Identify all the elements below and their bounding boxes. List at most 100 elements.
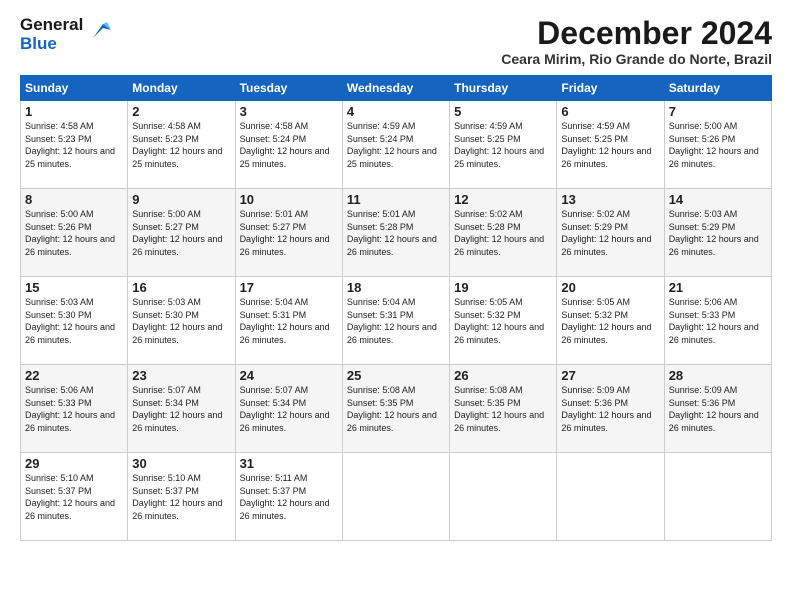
month-title: December 2024 xyxy=(501,16,772,51)
day-cell-11: 11 Sunrise: 5:01 AMSunset: 5:28 PMDaylig… xyxy=(342,189,449,277)
day-number: 20 xyxy=(561,280,659,295)
day-number: 4 xyxy=(347,104,445,119)
day-cell-22: 22 Sunrise: 5:06 AMSunset: 5:33 PMDaylig… xyxy=(21,365,128,453)
day-info: Sunrise: 5:05 AMSunset: 5:32 PMDaylight:… xyxy=(561,297,651,345)
day-number: 25 xyxy=(347,368,445,383)
day-cell-25: 25 Sunrise: 5:08 AMSunset: 5:35 PMDaylig… xyxy=(342,365,449,453)
day-cell-10: 10 Sunrise: 5:01 AMSunset: 5:27 PMDaylig… xyxy=(235,189,342,277)
day-number: 27 xyxy=(561,368,659,383)
day-info: Sunrise: 4:58 AMSunset: 5:23 PMDaylight:… xyxy=(25,121,115,169)
weekday-friday: Friday xyxy=(557,76,664,101)
calendar: SundayMondayTuesdayWednesdayThursdayFrid… xyxy=(20,75,772,541)
day-number: 30 xyxy=(132,456,230,471)
day-number: 10 xyxy=(240,192,338,207)
day-info: Sunrise: 5:02 AMSunset: 5:28 PMDaylight:… xyxy=(454,209,544,257)
day-cell-6: 6 Sunrise: 4:59 AMSunset: 5:25 PMDayligh… xyxy=(557,101,664,189)
day-cell-31: 31 Sunrise: 5:11 AMSunset: 5:37 PMDaylig… xyxy=(235,453,342,541)
day-cell-23: 23 Sunrise: 5:07 AMSunset: 5:34 PMDaylig… xyxy=(128,365,235,453)
day-cell-26: 26 Sunrise: 5:08 AMSunset: 5:35 PMDaylig… xyxy=(450,365,557,453)
day-cell-27: 27 Sunrise: 5:09 AMSunset: 5:36 PMDaylig… xyxy=(557,365,664,453)
day-number: 7 xyxy=(669,104,767,119)
day-number: 26 xyxy=(454,368,552,383)
day-cell-18: 18 Sunrise: 5:04 AMSunset: 5:31 PMDaylig… xyxy=(342,277,449,365)
day-info: Sunrise: 5:01 AMSunset: 5:28 PMDaylight:… xyxy=(347,209,437,257)
day-cell-5: 5 Sunrise: 4:59 AMSunset: 5:25 PMDayligh… xyxy=(450,101,557,189)
day-info: Sunrise: 5:04 AMSunset: 5:31 PMDaylight:… xyxy=(240,297,330,345)
day-number: 31 xyxy=(240,456,338,471)
day-cell-28: 28 Sunrise: 5:09 AMSunset: 5:36 PMDaylig… xyxy=(664,365,771,453)
title-block: December 2024 Ceara Mirim, Rio Grande do… xyxy=(501,16,772,67)
day-cell-19: 19 Sunrise: 5:05 AMSunset: 5:32 PMDaylig… xyxy=(450,277,557,365)
day-cell-30: 30 Sunrise: 5:10 AMSunset: 5:37 PMDaylig… xyxy=(128,453,235,541)
day-cell-24: 24 Sunrise: 5:07 AMSunset: 5:34 PMDaylig… xyxy=(235,365,342,453)
day-info: Sunrise: 5:08 AMSunset: 5:35 PMDaylight:… xyxy=(454,385,544,433)
empty-cell-4-3 xyxy=(342,453,449,541)
day-info: Sunrise: 4:58 AMSunset: 5:23 PMDaylight:… xyxy=(132,121,222,169)
day-cell-12: 12 Sunrise: 5:02 AMSunset: 5:28 PMDaylig… xyxy=(450,189,557,277)
day-info: Sunrise: 5:00 AMSunset: 5:27 PMDaylight:… xyxy=(132,209,222,257)
day-number: 22 xyxy=(25,368,123,383)
day-number: 18 xyxy=(347,280,445,295)
page: General Blue December 2024 Ceara Mirim, … xyxy=(0,0,792,612)
day-number: 29 xyxy=(25,456,123,471)
day-number: 14 xyxy=(669,192,767,207)
day-info: Sunrise: 5:09 AMSunset: 5:36 PMDaylight:… xyxy=(561,385,651,433)
weekday-thursday: Thursday xyxy=(450,76,557,101)
day-info: Sunrise: 5:06 AMSunset: 5:33 PMDaylight:… xyxy=(25,385,115,433)
day-cell-14: 14 Sunrise: 5:03 AMSunset: 5:29 PMDaylig… xyxy=(664,189,771,277)
day-number: 8 xyxy=(25,192,123,207)
day-cell-1: 1 Sunrise: 4:58 AMSunset: 5:23 PMDayligh… xyxy=(21,101,128,189)
day-info: Sunrise: 5:07 AMSunset: 5:34 PMDaylight:… xyxy=(240,385,330,433)
day-info: Sunrise: 5:01 AMSunset: 5:27 PMDaylight:… xyxy=(240,209,330,257)
day-number: 17 xyxy=(240,280,338,295)
day-cell-13: 13 Sunrise: 5:02 AMSunset: 5:29 PMDaylig… xyxy=(557,189,664,277)
day-cell-9: 9 Sunrise: 5:00 AMSunset: 5:27 PMDayligh… xyxy=(128,189,235,277)
day-cell-21: 21 Sunrise: 5:06 AMSunset: 5:33 PMDaylig… xyxy=(664,277,771,365)
week-row-4: 22 Sunrise: 5:06 AMSunset: 5:33 PMDaylig… xyxy=(21,365,772,453)
day-cell-29: 29 Sunrise: 5:10 AMSunset: 5:37 PMDaylig… xyxy=(21,453,128,541)
day-info: Sunrise: 5:10 AMSunset: 5:37 PMDaylight:… xyxy=(25,473,115,521)
day-cell-16: 16 Sunrise: 5:03 AMSunset: 5:30 PMDaylig… xyxy=(128,277,235,365)
day-cell-3: 3 Sunrise: 4:58 AMSunset: 5:24 PMDayligh… xyxy=(235,101,342,189)
day-cell-20: 20 Sunrise: 5:05 AMSunset: 5:32 PMDaylig… xyxy=(557,277,664,365)
weekday-monday: Monday xyxy=(128,76,235,101)
day-info: Sunrise: 4:59 AMSunset: 5:25 PMDaylight:… xyxy=(454,121,544,169)
day-info: Sunrise: 5:10 AMSunset: 5:37 PMDaylight:… xyxy=(132,473,222,521)
logo-wordmark: General Blue xyxy=(20,16,83,53)
day-info: Sunrise: 5:00 AMSunset: 5:26 PMDaylight:… xyxy=(25,209,115,257)
day-number: 16 xyxy=(132,280,230,295)
empty-cell-4-6 xyxy=(664,453,771,541)
day-number: 1 xyxy=(25,104,123,119)
day-cell-4: 4 Sunrise: 4:59 AMSunset: 5:24 PMDayligh… xyxy=(342,101,449,189)
logo: General Blue xyxy=(20,16,111,53)
day-cell-17: 17 Sunrise: 5:04 AMSunset: 5:31 PMDaylig… xyxy=(235,277,342,365)
day-number: 28 xyxy=(669,368,767,383)
day-number: 2 xyxy=(132,104,230,119)
day-number: 12 xyxy=(454,192,552,207)
weekday-wednesday: Wednesday xyxy=(342,76,449,101)
weekday-saturday: Saturday xyxy=(664,76,771,101)
day-number: 6 xyxy=(561,104,659,119)
week-row-3: 15 Sunrise: 5:03 AMSunset: 5:30 PMDaylig… xyxy=(21,277,772,365)
empty-cell-4-5 xyxy=(557,453,664,541)
day-cell-8: 8 Sunrise: 5:00 AMSunset: 5:26 PMDayligh… xyxy=(21,189,128,277)
header: General Blue December 2024 Ceara Mirim, … xyxy=(20,16,772,67)
day-info: Sunrise: 4:59 AMSunset: 5:25 PMDaylight:… xyxy=(561,121,651,169)
day-info: Sunrise: 5:03 AMSunset: 5:30 PMDaylight:… xyxy=(132,297,222,345)
day-info: Sunrise: 5:05 AMSunset: 5:32 PMDaylight:… xyxy=(454,297,544,345)
day-number: 19 xyxy=(454,280,552,295)
day-info: Sunrise: 4:58 AMSunset: 5:24 PMDaylight:… xyxy=(240,121,330,169)
weekday-sunday: Sunday xyxy=(21,76,128,101)
week-row-5: 29 Sunrise: 5:10 AMSunset: 5:37 PMDaylig… xyxy=(21,453,772,541)
day-info: Sunrise: 5:04 AMSunset: 5:31 PMDaylight:… xyxy=(347,297,437,345)
empty-cell-4-4 xyxy=(450,453,557,541)
day-number: 9 xyxy=(132,192,230,207)
day-number: 5 xyxy=(454,104,552,119)
week-row-2: 8 Sunrise: 5:00 AMSunset: 5:26 PMDayligh… xyxy=(21,189,772,277)
day-info: Sunrise: 5:08 AMSunset: 5:35 PMDaylight:… xyxy=(347,385,437,433)
day-number: 11 xyxy=(347,192,445,207)
day-cell-7: 7 Sunrise: 5:00 AMSunset: 5:26 PMDayligh… xyxy=(664,101,771,189)
day-info: Sunrise: 5:11 AMSunset: 5:37 PMDaylight:… xyxy=(240,473,330,521)
day-number: 3 xyxy=(240,104,338,119)
weekday-header-row: SundayMondayTuesdayWednesdayThursdayFrid… xyxy=(21,76,772,101)
